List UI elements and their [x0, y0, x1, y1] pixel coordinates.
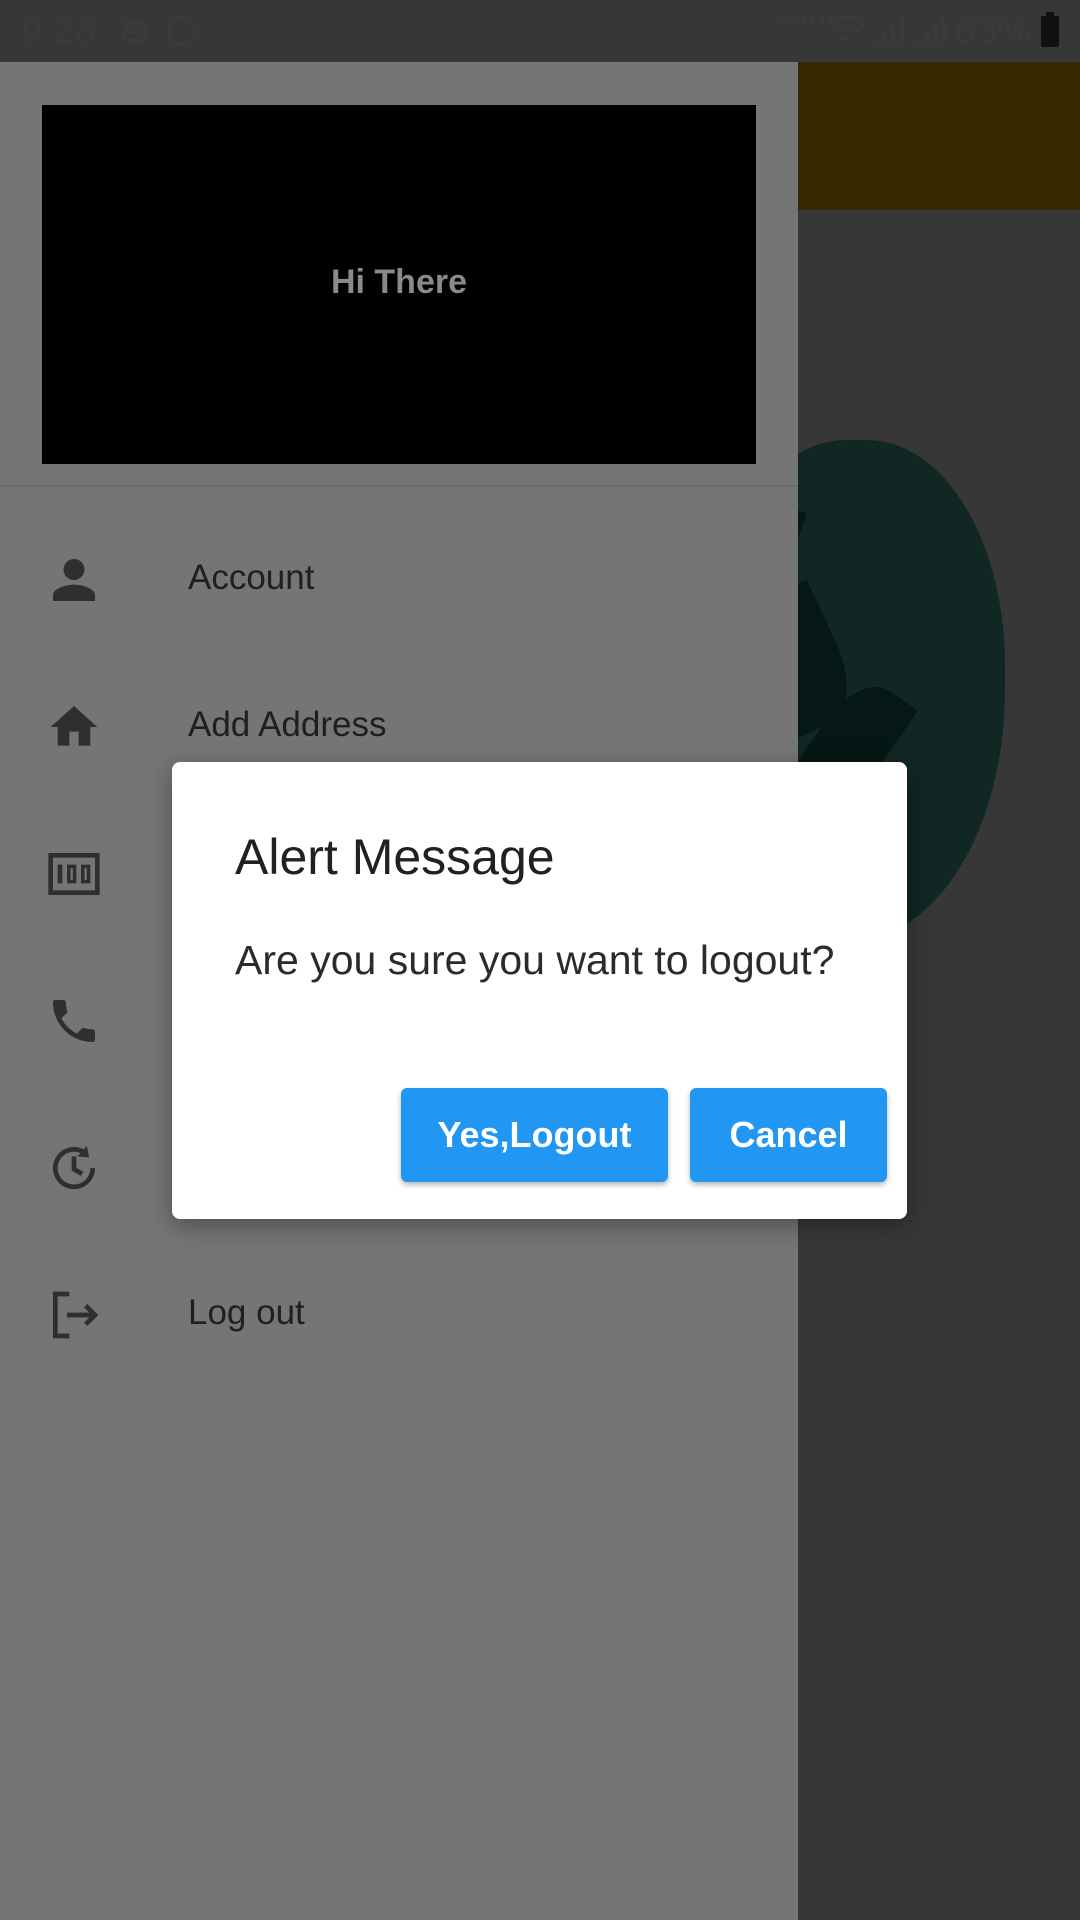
wifi-icon [826, 14, 866, 53]
drawer-divider [0, 485, 798, 487]
alert-dialog: Alert Message Are you sure you want to l… [172, 762, 907, 1219]
phone-icon [46, 993, 102, 1049]
score-100-icon [46, 846, 102, 902]
dialog-title: Alert Message [235, 829, 555, 885]
drawer-item-logout[interactable]: Log out [0, 1255, 798, 1375]
battery-level: 63% [955, 10, 1032, 52]
dialog-message: Are you sure you want to logout? [235, 937, 835, 983]
gallery-icon [118, 14, 150, 51]
drawer-item-label: Log out [188, 1293, 305, 1332]
drawer-item-label: Add Address [188, 705, 387, 744]
drawer-item-account[interactable]: Account [0, 520, 798, 640]
cancel-button[interactable]: Cancel [690, 1088, 887, 1182]
status-bar: 9:28 Vo)) LTE 63% [0, 0, 1080, 62]
clock: 9:28 [22, 10, 96, 52]
drawer-header-greeting: Hi There [330, 263, 468, 301]
signal-icon [870, 14, 904, 53]
signal-icon-2 [912, 14, 946, 53]
logout-icon [46, 1287, 102, 1343]
drawer-header: Hi There [42, 105, 756, 464]
person-icon [46, 552, 102, 608]
history-icon [46, 1140, 102, 1196]
battery-icon [1040, 12, 1060, 53]
home-icon [46, 699, 102, 755]
confirm-logout-button[interactable]: Yes,Logout [401, 1088, 668, 1182]
whatsapp-icon [165, 14, 199, 53]
drawer-item-label: Account [188, 558, 315, 597]
